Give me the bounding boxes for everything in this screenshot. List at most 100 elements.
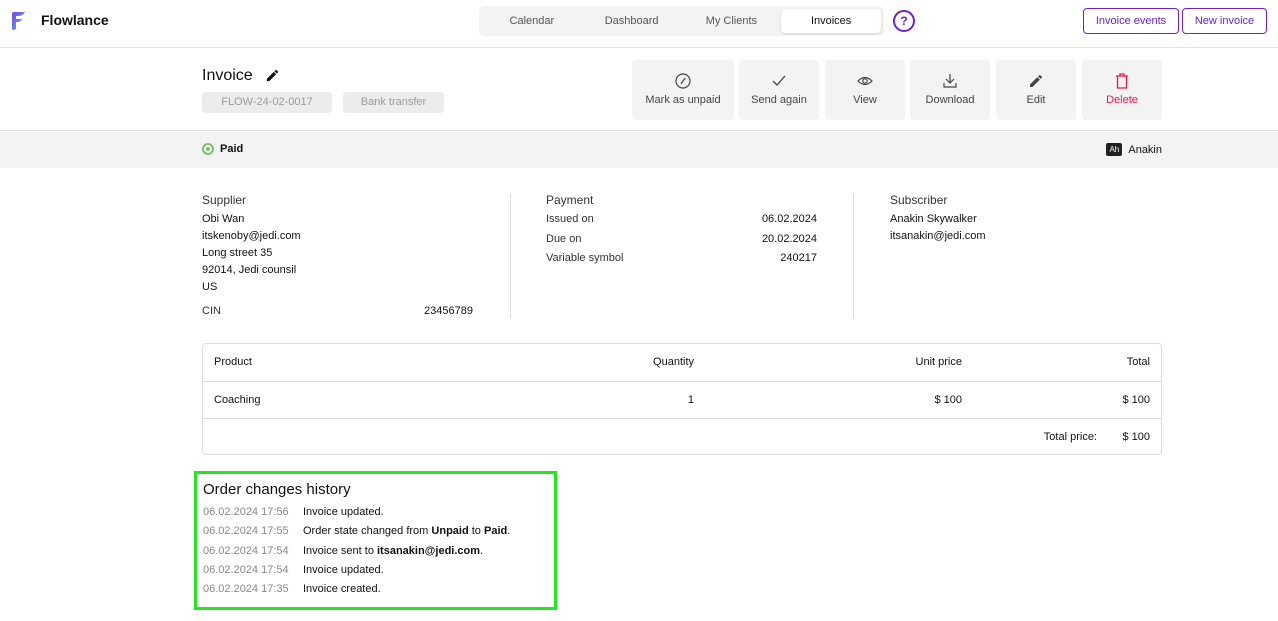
subscriber-name: Anakin Skywalker — [890, 213, 977, 225]
send-again-button[interactable]: Send again — [739, 60, 819, 120]
history-text: Invoice created. — [303, 583, 381, 596]
tab-calendar[interactable]: Calendar — [482, 9, 582, 33]
user-name: Anakin — [1128, 143, 1162, 156]
variable-symbol-row: Variable symbol 240217 — [546, 252, 817, 272]
header-unit-price: Unit price — [915, 356, 962, 368]
status-badge: Paid — [202, 143, 243, 155]
paid-status-icon — [202, 143, 214, 155]
history-text: Invoice updated. — [303, 506, 384, 518]
mark-as-unpaid-label: Mark as unpaid — [645, 94, 721, 106]
table-total-row: Total price: $ 100 — [203, 418, 1161, 455]
due-on-row: Due on 20.02.2024 — [546, 233, 817, 253]
history-item: 06.02.2024 17:54 Invoice sent to itsanaki… — [203, 545, 554, 564]
mark-as-unpaid-button[interactable]: Mark as unpaid — [632, 60, 734, 120]
history-message: Invoice updated. — [303, 506, 384, 525]
history-text: Order state changed from — [303, 525, 432, 538]
tab-my-clients[interactable]: My Clients — [682, 9, 782, 33]
new-invoice-button[interactable]: New invoice — [1182, 8, 1267, 34]
history-time: 06.02.2024 17:55 — [203, 525, 289, 538]
supplier-name: Obi Wan — [202, 213, 245, 225]
subscriber-heading: Subscriber — [890, 193, 948, 207]
download-icon — [943, 74, 957, 88]
invoice-number: FLOW-24-02-0017 — [202, 92, 332, 113]
view-button[interactable]: View — [825, 60, 905, 120]
edit-button[interactable]: Edit — [996, 60, 1076, 120]
edit-label: Edit — [1026, 94, 1046, 106]
edit-title-icon[interactable] — [265, 68, 280, 83]
trash-icon — [1116, 73, 1128, 89]
download-button[interactable]: Download — [910, 60, 990, 120]
divider — [853, 193, 854, 319]
assigned-user: Ah Anakin — [1106, 143, 1162, 156]
cell-unit-price: $ 100 — [934, 394, 962, 406]
supplier-email: itskenoby@jedi.com — [202, 230, 301, 242]
cell-total: $ 100 — [1122, 394, 1150, 406]
order-history: Order changes history 06.02.2024 17:56 In… — [194, 471, 557, 610]
history-time: 06.02.2024 17:35 — [203, 583, 289, 596]
history-text: to — [468, 525, 484, 538]
history-text: Invoice sent to — [303, 544, 377, 557]
supplier-section: Supplier Obi Wan itskenoby@jedi.com Long… — [202, 193, 473, 325]
view-label: View — [853, 94, 877, 106]
history-highlight: itsanakin@jedi.com — [377, 544, 481, 557]
invoice-events-button[interactable]: Invoice events — [1083, 8, 1179, 34]
table-header: Product Quantity Unit price Total — [203, 344, 1161, 381]
products-table: Product Quantity Unit price Total Coachi… — [202, 343, 1162, 455]
tab-invoices[interactable]: Invoices — [781, 9, 881, 33]
download-label: Download — [925, 94, 975, 106]
supplier-heading: Supplier — [202, 193, 247, 207]
history-message: Invoice created. — [303, 583, 381, 602]
variable-symbol-label: Variable symbol — [546, 252, 624, 264]
status-bar: Paid Ah Anakin — [0, 132, 1278, 168]
check-icon — [772, 75, 786, 86]
supplier-street: Long street 35 — [202, 247, 273, 259]
top-bar: Flowlance Calendar Dashboard My Clients … — [0, 0, 1278, 48]
cin-value: 23456789 — [424, 305, 473, 317]
header-quantity: Quantity — [653, 356, 694, 368]
history-title: Order changes history — [203, 481, 351, 498]
variable-symbol-value: 240217 — [780, 252, 817, 264]
flowlance-logo-icon — [12, 12, 25, 30]
history-highlight: Unpaid — [431, 525, 469, 538]
status-label: Paid — [220, 143, 244, 155]
history-text: . — [480, 544, 484, 557]
divider — [510, 193, 511, 319]
payment-heading: Payment — [546, 193, 594, 207]
issued-on-label: Issued on — [546, 213, 594, 225]
issued-on-row: Issued on 06.02.2024 — [546, 213, 817, 233]
slash-circle-icon — [675, 73, 691, 89]
subscriber-section: Subscriber Anakin Skywalker itsanakin@je… — [890, 193, 1161, 247]
issued-on-value: 06.02.2024 — [761, 213, 817, 225]
avatar: Ah — [1106, 143, 1123, 156]
send-again-label: Send again — [751, 94, 807, 106]
history-item: 06.02.2024 17:56 Invoice updated. — [203, 506, 554, 525]
main-nav: Calendar Dashboard My Clients Invoices — [479, 6, 884, 36]
header-product: Product — [214, 356, 252, 368]
history-item: 06.02.2024 17:55 Order state changed from… — [203, 525, 554, 544]
due-on-value: 20.02.2024 — [761, 232, 817, 245]
table-row: Coaching 1 $ 100 $ 100 — [203, 381, 1161, 418]
history-message: Invoice updated. — [303, 564, 384, 583]
history-time: 06.02.2024 17:54 — [203, 544, 289, 557]
due-on-label: Due on — [546, 232, 582, 245]
eye-icon — [857, 76, 873, 86]
cell-quantity: 1 — [687, 394, 694, 406]
invoice-header: Invoice FLOW-24-02-0017 Bank transfer Ma… — [0, 49, 1278, 131]
delete-label: Delete — [1106, 94, 1138, 106]
page-title: Invoice — [202, 67, 253, 84]
history-text: Invoice updated. — [303, 563, 384, 576]
subscriber-email: itsanakin@jedi.com — [890, 230, 986, 242]
supplier-country: US — [202, 281, 218, 293]
cin-label: CIN — [202, 305, 221, 317]
tab-dashboard[interactable]: Dashboard — [582, 9, 682, 33]
header-total: Total — [1126, 356, 1150, 368]
history-item: 06.02.2024 17:35 Invoice created. — [203, 583, 554, 602]
history-text: . — [507, 525, 511, 538]
history-highlight: Paid — [483, 525, 508, 538]
payment-method: Bank transfer — [343, 92, 444, 113]
delete-button[interactable]: Delete — [1082, 60, 1162, 120]
help-icon[interactable]: ? — [893, 10, 915, 32]
history-time: 06.02.2024 17:54 — [203, 563, 289, 576]
total-price-value: $ 100 — [1122, 431, 1150, 443]
supplier-cin: CIN 23456789 — [202, 305, 473, 325]
